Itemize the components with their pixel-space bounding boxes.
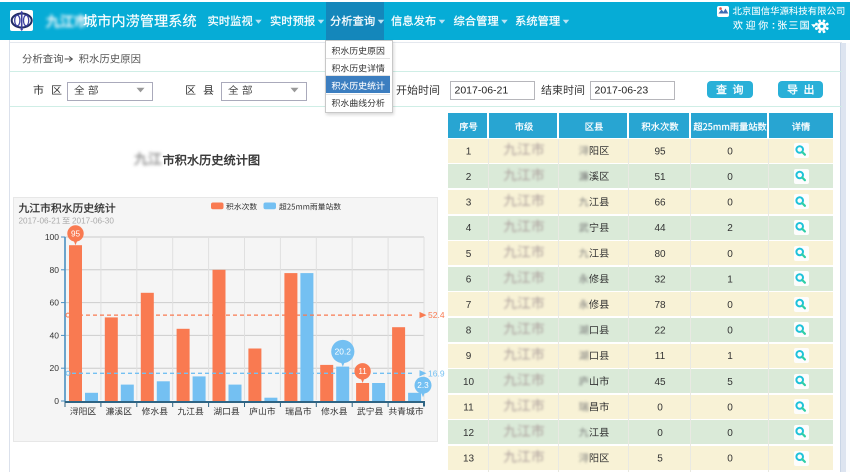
svg-text:2: 2	[466, 172, 472, 183]
svg-text:0: 0	[727, 326, 733, 337]
svg-text:0: 0	[727, 428, 733, 439]
svg-text:2.3: 2.3	[417, 381, 429, 390]
svg-text:44: 44	[654, 223, 666, 234]
svg-text:5: 5	[466, 249, 472, 260]
svg-text:66: 66	[654, 198, 666, 209]
svg-text:12: 12	[463, 428, 475, 439]
svg-text:6: 6	[466, 274, 472, 285]
svg-text:22: 22	[654, 326, 666, 337]
svg-text:60: 60	[50, 298, 60, 308]
svg-text:8: 8	[466, 326, 472, 337]
svg-text:32: 32	[654, 274, 666, 285]
svg-text:2: 2	[727, 223, 733, 234]
svg-text:2017-06-21: 2017-06-21	[19, 217, 61, 226]
svg-text:3: 3	[466, 198, 472, 209]
svg-text:80: 80	[50, 265, 60, 275]
svg-text:2017-06-30: 2017-06-30	[72, 217, 114, 226]
svg-text::: :	[772, 20, 776, 32]
svg-text:2017-06-23: 2017-06-23	[595, 85, 649, 97]
svg-text:1: 1	[727, 274, 733, 285]
svg-text:1: 1	[727, 351, 733, 362]
svg-text:0: 0	[727, 146, 733, 157]
svg-text:0: 0	[727, 300, 733, 311]
svg-text:0: 0	[727, 249, 733, 260]
svg-text:100: 100	[45, 232, 59, 242]
svg-text:9: 9	[466, 351, 472, 362]
svg-text:11: 11	[655, 351, 666, 362]
svg-text:0: 0	[657, 428, 663, 439]
svg-text:20: 20	[50, 363, 60, 373]
svg-text:16.9: 16.9	[428, 368, 445, 378]
svg-text:95: 95	[71, 230, 81, 239]
svg-text:80: 80	[654, 249, 666, 260]
svg-text:5: 5	[657, 454, 663, 465]
svg-text:0: 0	[657, 402, 663, 413]
svg-text:11: 11	[463, 402, 474, 413]
svg-text:4: 4	[466, 223, 472, 234]
svg-text:52.4: 52.4	[428, 310, 445, 320]
svg-text:1: 1	[466, 146, 472, 157]
svg-text:5: 5	[727, 377, 733, 388]
svg-text:40: 40	[50, 330, 60, 340]
svg-text:45: 45	[654, 377, 666, 388]
svg-text:0: 0	[727, 402, 733, 413]
svg-text:10: 10	[463, 377, 475, 388]
svg-text:95: 95	[654, 146, 666, 157]
svg-text:11: 11	[358, 367, 367, 376]
svg-text:13: 13	[463, 454, 475, 465]
svg-text:7: 7	[466, 300, 472, 311]
svg-text:0: 0	[727, 198, 733, 209]
svg-text:20.2: 20.2	[335, 347, 352, 357]
svg-text:0: 0	[727, 172, 733, 183]
svg-text:78: 78	[654, 300, 666, 311]
svg-text:51: 51	[654, 172, 666, 183]
svg-text:0: 0	[727, 454, 733, 465]
svg-text:0: 0	[54, 396, 59, 406]
svg-text:2017-06-21: 2017-06-21	[455, 85, 509, 97]
